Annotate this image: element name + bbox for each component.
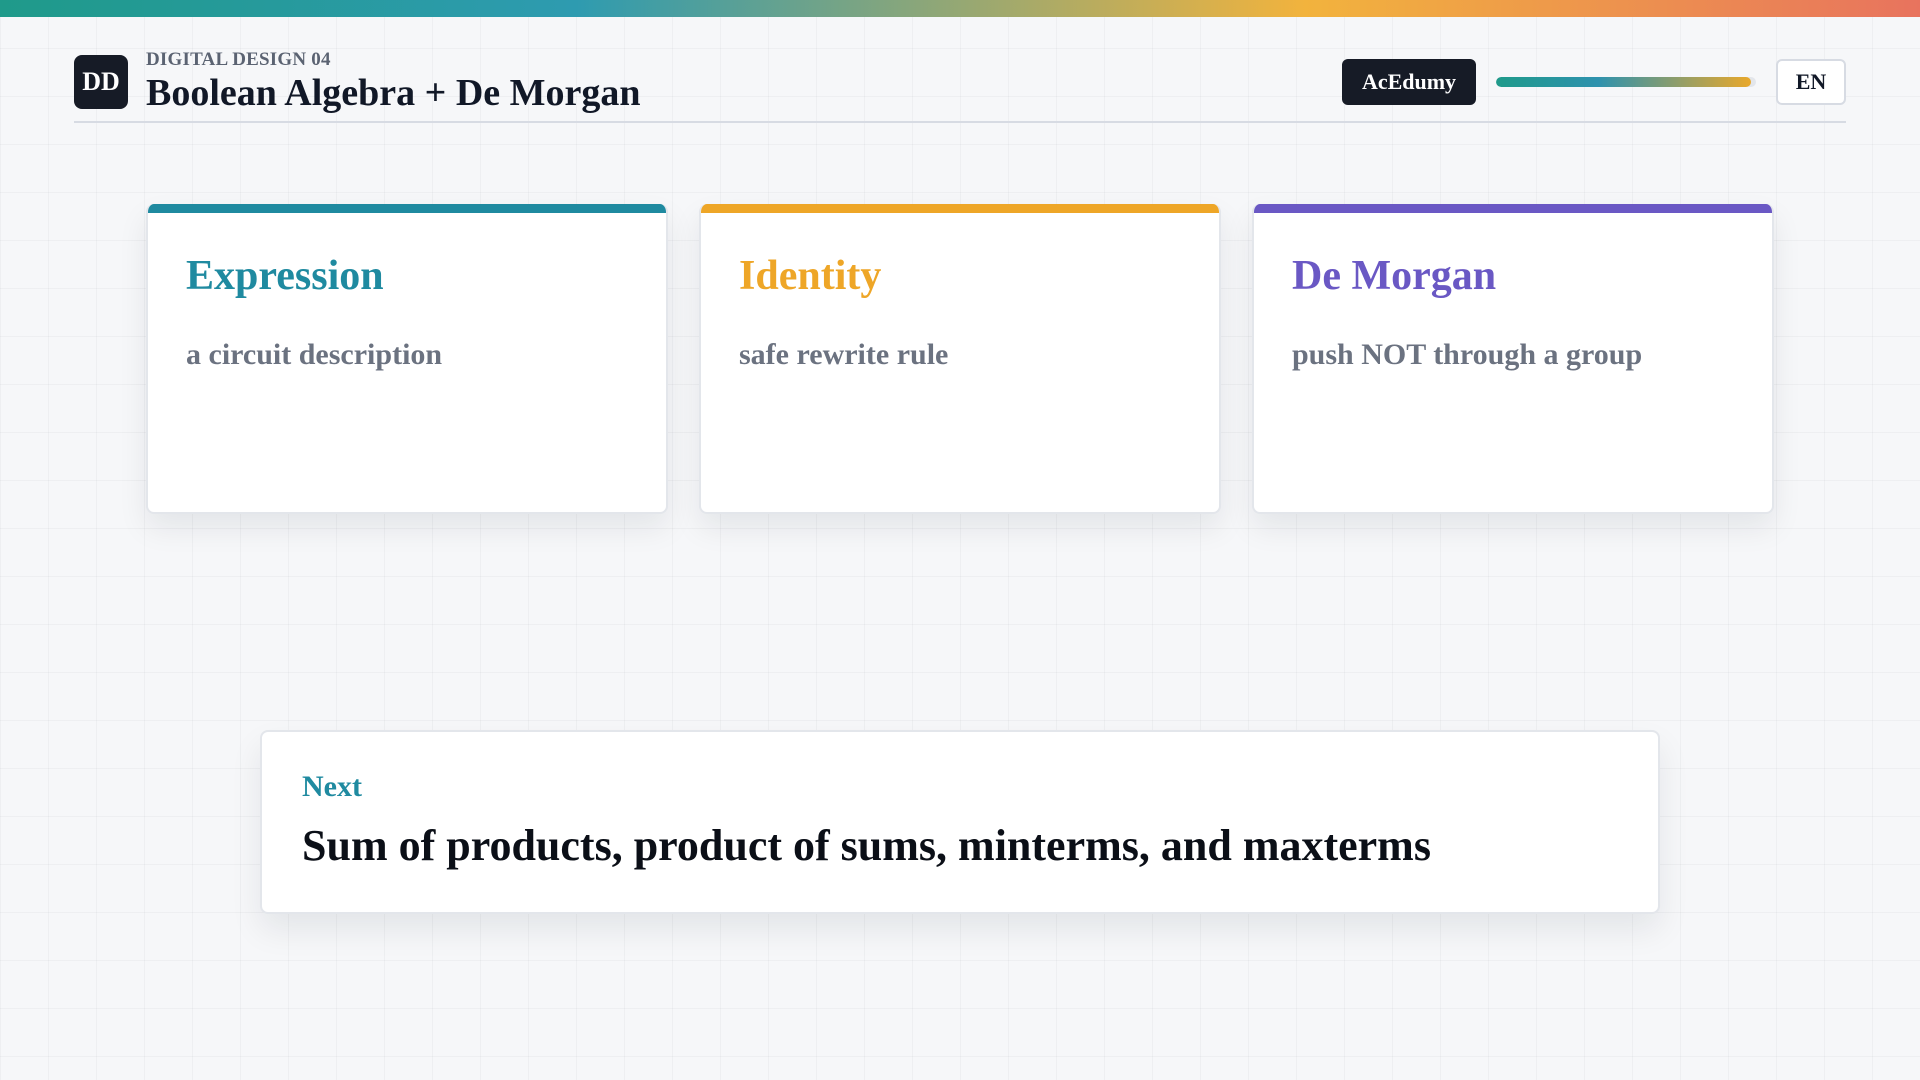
card-accent-bar [1254, 204, 1772, 213]
concept-card-expression: Expression a circuit description [146, 204, 668, 514]
card-accent-bar [701, 204, 1219, 213]
card-description: push NOT through a group [1292, 338, 1643, 371]
progress-bar [1496, 77, 1756, 87]
brand-badge: AcEdumy [1342, 59, 1476, 105]
card-title: De Morgan [1292, 253, 1497, 299]
card-title: Expression [186, 253, 384, 299]
header-bar: DD DIGITAL DESIGN 04 Boolean Algebra + D… [74, 17, 1846, 123]
next-topic-title: Sum of products, product of sums, minter… [302, 821, 1431, 870]
language-button[interactable]: EN [1776, 59, 1846, 105]
card-description: safe rewrite rule [739, 338, 949, 371]
top-gradient-stripe [0, 0, 1920, 17]
next-topic-card[interactable]: Next Sum of products, product of sums, m… [260, 730, 1660, 914]
progress-bar-fill [1496, 77, 1751, 87]
card-accent-bar [148, 204, 666, 213]
card-title: Identity [739, 253, 882, 299]
concept-card-de-morgan: De Morgan push NOT through a group [1252, 204, 1774, 514]
next-label: Next [302, 770, 362, 803]
page-title: Boolean Algebra + De Morgan [146, 72, 641, 114]
course-logo: DD [74, 55, 128, 109]
concept-card-identity: Identity safe rewrite rule [699, 204, 1221, 514]
course-kicker: DIGITAL DESIGN 04 [146, 49, 331, 70]
card-description: a circuit description [186, 338, 443, 371]
